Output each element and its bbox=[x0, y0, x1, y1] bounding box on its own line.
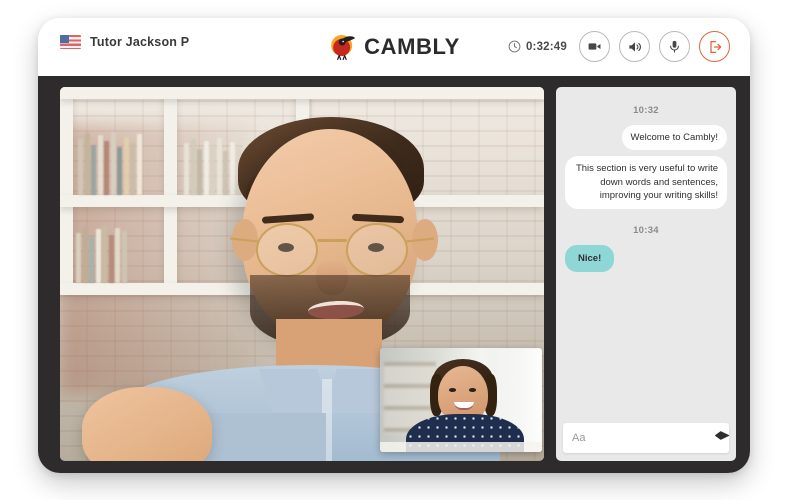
student-eye-right bbox=[469, 388, 476, 392]
cambly-bird-logo bbox=[328, 32, 358, 62]
student-desk bbox=[380, 442, 542, 452]
glasses-lens-right bbox=[346, 223, 408, 277]
clock-icon bbox=[508, 40, 521, 53]
speaker-icon bbox=[627, 39, 643, 55]
tutor-hand bbox=[82, 387, 212, 461]
chat-panel: 10:32 Welcome to Cambly! This section is… bbox=[556, 87, 736, 461]
tutor-identity: Tutor Jackson P bbox=[60, 35, 189, 49]
cambly-logo: CAMBLY bbox=[328, 32, 460, 62]
microphone-icon bbox=[667, 39, 682, 54]
chat-message-input[interactable] bbox=[572, 432, 714, 444]
microphone-toggle-button[interactable] bbox=[659, 31, 690, 62]
tutor-name-label: Tutor Jackson P bbox=[90, 35, 190, 49]
leave-session-button[interactable] bbox=[699, 31, 730, 62]
chat-bubble-incoming: Nice! bbox=[565, 244, 615, 273]
cambly-classroom-window: Tutor Jackson P CAMBLY 0:32:49 10:32 Wel… bbox=[38, 18, 750, 473]
app-header: Tutor Jackson P CAMBLY 0:32:49 bbox=[38, 18, 750, 77]
chat-input-bar[interactable] bbox=[563, 423, 731, 453]
session-controls: 0:32:49 bbox=[508, 31, 730, 62]
video-toggle-button[interactable] bbox=[579, 31, 610, 62]
glasses-bridge bbox=[317, 239, 347, 242]
chat-bubble-outgoing: Welcome to Cambly! bbox=[621, 125, 727, 151]
video-camera-icon bbox=[587, 39, 602, 54]
cambly-wordmark: CAMBLY bbox=[364, 34, 460, 59]
chat-message-row: This section is very useful to write dow… bbox=[565, 156, 727, 209]
speaker-toggle-button[interactable] bbox=[619, 31, 650, 62]
student-eye-left bbox=[449, 388, 456, 392]
session-timer-value: 0:32:49 bbox=[525, 40, 567, 53]
chat-bubble-outgoing: This section is very useful to write dow… bbox=[565, 156, 727, 209]
send-icon[interactable] bbox=[714, 427, 731, 449]
books-row-upper-left bbox=[78, 131, 158, 195]
chat-message-row: Nice! bbox=[565, 244, 727, 273]
shelf-board-top bbox=[60, 87, 544, 99]
chat-message-list[interactable]: 10:32 Welcome to Cambly! This section is… bbox=[556, 87, 736, 423]
exit-arrow-icon bbox=[707, 39, 723, 55]
us-flag-icon bbox=[60, 35, 81, 49]
shelf-upright-mid bbox=[164, 87, 177, 287]
session-body: 10:32 Welcome to Cambly! This section is… bbox=[38, 76, 750, 473]
shelf-upright-left bbox=[60, 87, 73, 287]
books-row-lower-left bbox=[76, 223, 160, 283]
chat-timestamp: 10:34 bbox=[633, 224, 659, 236]
self-video-stream[interactable] bbox=[380, 348, 542, 452]
session-timer: 0:32:49 bbox=[508, 40, 567, 53]
chat-composer bbox=[556, 423, 736, 461]
glasses-lens-left bbox=[256, 223, 318, 277]
chat-message-row: Welcome to Cambly! bbox=[565, 125, 727, 151]
chat-timestamp: 10:32 bbox=[633, 105, 659, 116]
